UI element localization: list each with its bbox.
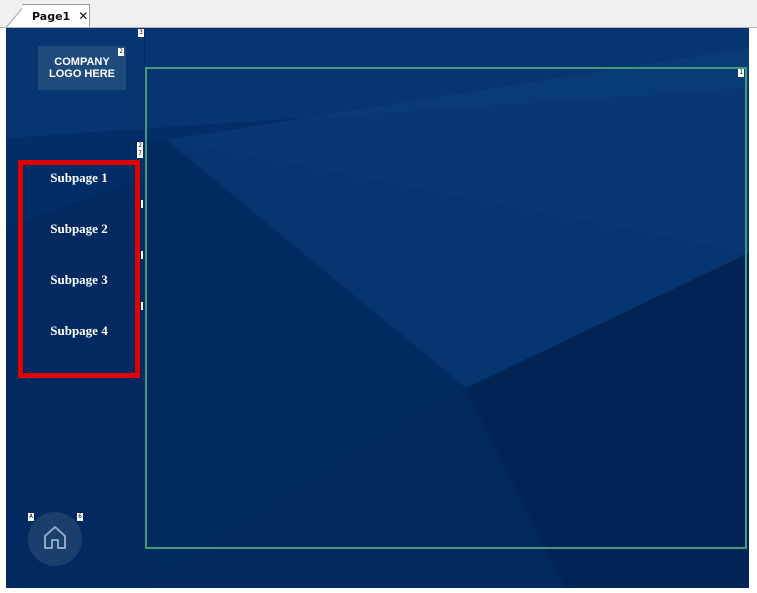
subpage-navigation: Subpage 1 Subpage 2 Subpage 3 Subpage 4 — [18, 160, 140, 378]
logo-line-1: COMPANY — [54, 56, 110, 68]
marker-logo: 2 — [118, 48, 124, 56]
home-button[interactable] — [28, 512, 82, 566]
marker-nav-a: 2 — [137, 142, 143, 150]
tab-bar: Page1 ✕ — [0, 0, 757, 28]
nav-item-subpage-1[interactable]: Subpage 1 — [23, 170, 135, 186]
marker-bar-3 — [141, 302, 143, 310]
marker-nav-b: 7 — [137, 150, 143, 158]
nav-item-subpage-3[interactable]: Subpage 3 — [23, 272, 135, 288]
design-canvas: 3 COMPANY LOGO HERE 2 2 7 Subpage 1 Subp… — [6, 28, 749, 588]
logo-line-2: LOGO HERE — [48, 68, 115, 80]
marker-top: 3 — [138, 29, 144, 37]
nav-item-subpage-2[interactable]: Subpage 2 — [23, 221, 135, 237]
marker-home-a: A — [28, 513, 34, 521]
marker-bar-1 — [141, 200, 143, 208]
content-frame[interactable] — [145, 67, 747, 549]
close-icon[interactable]: ✕ — [78, 9, 88, 23]
tab-label: Page1 — [32, 9, 71, 23]
marker-bar-2 — [141, 251, 143, 259]
tab-page1[interactable]: Page1 ✕ — [22, 4, 90, 27]
company-logo[interactable]: COMPANY LOGO HERE — [38, 46, 126, 90]
marker-content: 1 — [738, 69, 744, 77]
home-icon — [40, 522, 70, 556]
nav-item-subpage-4[interactable]: Subpage 4 — [23, 323, 135, 339]
marker-home-b: 6 — [77, 513, 83, 521]
